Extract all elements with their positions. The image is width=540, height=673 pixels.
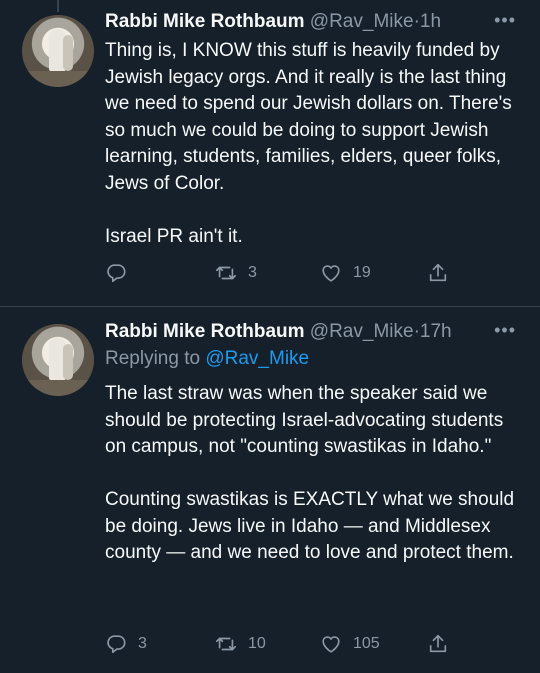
retweet-icon <box>216 266 236 280</box>
reply-icon <box>107 635 126 654</box>
retweet-icon <box>216 637 236 651</box>
tweet-actions: 3 19 <box>105 259 447 287</box>
replying-prefix: Replying to <box>105 348 201 369</box>
author-name[interactable]: Rabbi Mike Rothbaum <box>105 321 305 342</box>
avatar[interactable] <box>22 324 94 396</box>
author-handle[interactable]: @Rav_Mike <box>310 321 414 342</box>
like-count: 19 <box>353 264 371 281</box>
heart-icon <box>322 636 340 653</box>
tweet[interactable]: Rabbi Mike Rothbaum @Rav_Mike·1h ••• Thi… <box>0 0 540 306</box>
tweet-text: The last straw was when the speaker said… <box>105 383 515 563</box>
retweet-button[interactable]: 3 <box>215 259 257 287</box>
timestamp[interactable]: 1h <box>420 11 441 32</box>
heart-icon <box>322 265 340 282</box>
more-options-icon[interactable]: ••• <box>494 10 516 31</box>
tweet[interactable]: Rabbi Mike Rothbaum @Rav_Mike·17h ••• Re… <box>0 307 540 673</box>
share-icon <box>429 634 447 653</box>
avatar[interactable] <box>22 15 94 87</box>
like-button[interactable]: 19 <box>320 259 371 287</box>
like-count: 105 <box>353 635 380 652</box>
tweet-text: Thing is, I KNOW this stuff is heavily f… <box>105 40 512 247</box>
replying-mention-link[interactable]: @Rav_Mike <box>205 348 309 369</box>
author-handle[interactable]: @Rav_Mike <box>310 11 414 32</box>
retweet-count: 3 <box>248 264 257 281</box>
share-button[interactable] <box>427 259 449 287</box>
tweet-header: Rabbi Mike Rothbaum @Rav_Mike·17h <box>105 321 452 343</box>
retweet-count: 10 <box>248 635 266 652</box>
share-button[interactable] <box>427 630 449 658</box>
share-icon <box>429 263 447 282</box>
tweet-header: Rabbi Mike Rothbaum @Rav_Mike·1h <box>105 11 441 33</box>
timestamp[interactable]: 17h <box>420 321 452 342</box>
tweet-actions: 3 10 105 <box>105 630 447 658</box>
like-button[interactable]: 105 <box>320 630 380 658</box>
reply-icon <box>107 264 126 283</box>
reply-button[interactable]: 3 <box>105 630 147 658</box>
reply-button[interactable] <box>105 259 138 287</box>
reply-count: 3 <box>138 635 147 652</box>
retweet-button[interactable]: 10 <box>215 630 266 658</box>
replying-to: Replying to @Rav_Mike <box>105 348 309 370</box>
author-name[interactable]: Rabbi Mike Rothbaum <box>105 11 305 32</box>
more-options-icon[interactable]: ••• <box>494 320 516 341</box>
